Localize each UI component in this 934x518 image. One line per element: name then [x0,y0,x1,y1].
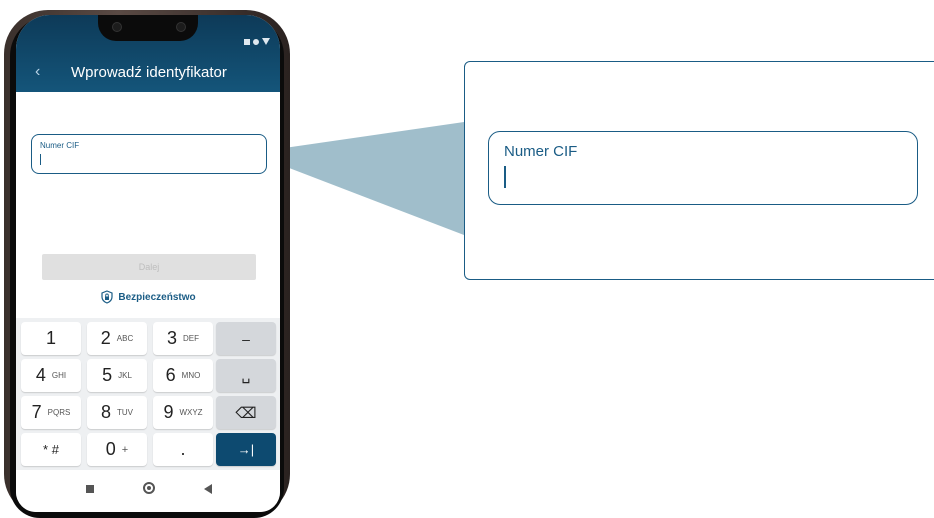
key-next[interactable]: →| [216,433,276,466]
key-dot[interactable]: . [153,433,213,466]
backspace-icon: ⌫ [235,404,257,422]
next-button[interactable]: Dalej [42,254,256,280]
key-0-sub: + [121,443,129,456]
key-2-sub: ABC [116,334,134,343]
camera-notch [98,15,198,41]
page-title: Wprowadź identyfikator [71,64,227,81]
battery-icon [244,39,250,45]
text-caret [40,154,41,165]
key-3-sub: DEF [183,334,199,343]
key-backspace[interactable]: ⌫ [216,396,276,429]
key-5-main: 5 [102,365,113,385]
key-9-sub: WXYZ [179,408,203,417]
key-4[interactable]: 4 GHI [21,359,81,392]
nav-back-icon[interactable] [204,484,212,494]
sensor-icon [176,22,186,32]
back-chevron-icon[interactable]: ‹ [35,63,40,81]
status-bar-icons [244,37,270,47]
key-0-main: 0 [105,439,116,459]
front-camera-icon [112,22,122,32]
key-6-sub: MNO [181,371,201,380]
key-7-sub: PQRS [47,408,71,417]
app-bar: ‹ Wprowadź identyfikator [16,15,280,92]
security-link[interactable]: Bezpieczeństwo [16,290,280,304]
cif-input-label: Numer CIF [40,141,80,150]
key-star-hash-main: * # [43,442,59,457]
key-dash-main: – [242,330,250,347]
security-label: Bezpieczeństwo [118,291,196,303]
key-3-main: 3 [166,328,177,348]
key-1-main: 1 [45,328,56,348]
key-4-main: 4 [35,365,46,385]
shield-lock-icon [101,290,113,304]
key-space[interactable]: ␣ [216,359,276,392]
key-5-sub: JKL [118,371,132,380]
key-8-main: 8 [100,402,111,422]
system-nav-bar [16,470,280,512]
key-6-main: 6 [165,365,176,385]
key-9[interactable]: 9 WXYZ [153,396,213,429]
space-icon: ␣ [241,367,251,383]
key-star-hash[interactable]: * # [21,433,81,466]
cif-input-zoomed-label: Numer CIF [504,143,578,160]
recent-apps-icon[interactable] [86,485,94,493]
key-8-sub: TUV [117,408,133,417]
key-6[interactable]: 6 MNO [153,359,213,392]
signal-icon [262,38,270,45]
key-2[interactable]: 2 ABC [87,322,147,355]
key-9-main: 9 [163,402,174,422]
key-5[interactable]: 5 JKL [87,359,147,392]
key-dot-main: . [180,439,186,459]
key-4-sub: GHI [51,371,67,380]
key-8[interactable]: 8 TUV [87,396,147,429]
key-7-main: 7 [31,402,42,422]
key-1[interactable]: 1 [21,322,81,355]
home-icon[interactable] [143,482,155,494]
cif-input-zoomed[interactable]: Numer CIF [488,131,918,205]
tab-next-icon: →| [237,442,255,457]
key-2-main: 2 [100,328,111,348]
phone-screen: ‹ Wprowadź identyfikator Numer CIF Dalej… [16,15,280,512]
text-caret-zoomed [504,166,506,188]
key-7[interactable]: 7 PQRS [21,396,81,429]
numeric-keyboard: 1 2 ABC 3 DEF – 4 GHI 5 JKL 6 MNO ␣ 7 PQRS 8 TU… [16,318,280,470]
key-0[interactable]: 0 + [87,433,147,466]
key-3[interactable]: 3 DEF [153,322,213,355]
dot-icon [253,39,259,45]
key-dash[interactable]: – [216,322,276,355]
cif-input[interactable]: Numer CIF [31,134,267,174]
